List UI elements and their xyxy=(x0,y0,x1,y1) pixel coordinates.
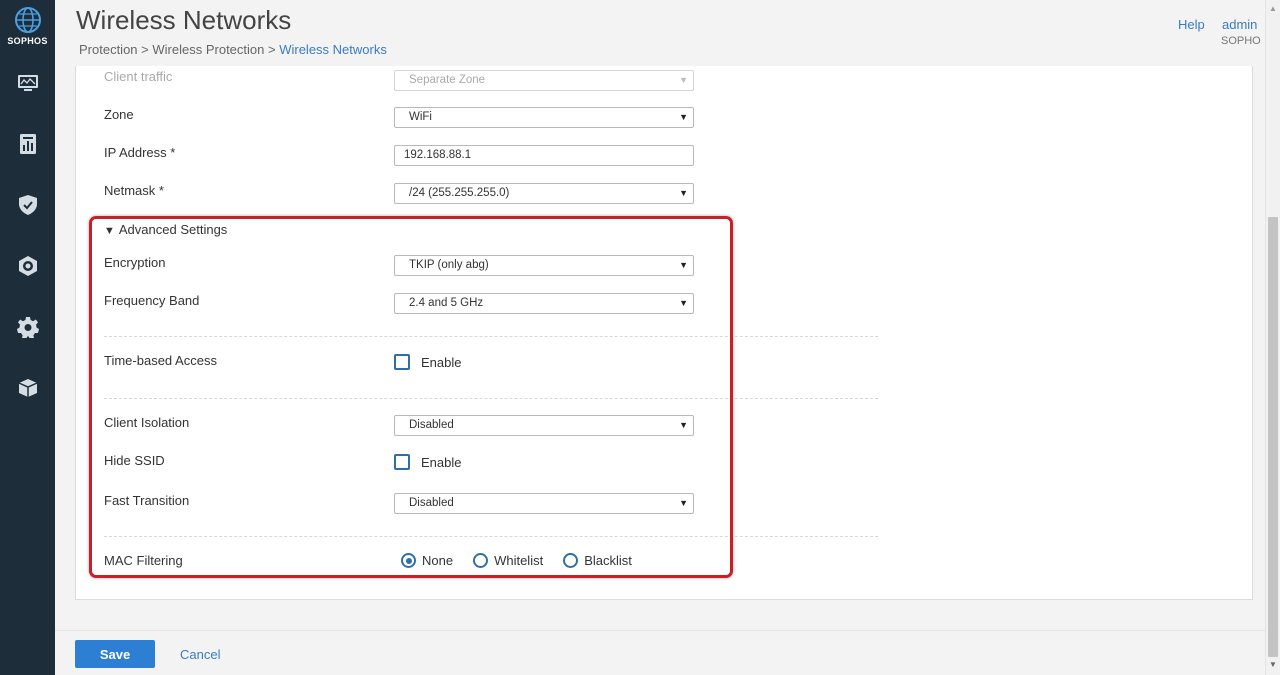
admin-user-link[interactable]: admin xyxy=(1222,17,1257,32)
monitor-icon xyxy=(17,75,38,91)
dropdown-arrow-icon: ▼ xyxy=(679,420,688,430)
breadcrumb-separator: > xyxy=(268,42,276,57)
zone-label: Zone xyxy=(104,107,134,122)
client-isolation-label: Client Isolation xyxy=(104,415,190,430)
breadcrumb-protection[interactable]: Protection xyxy=(79,42,138,57)
zone-value: WiFi xyxy=(409,111,432,123)
shield-icon xyxy=(18,195,37,215)
time-based-access-toggle[interactable]: Enable xyxy=(394,354,461,370)
help-link[interactable]: Help xyxy=(1178,17,1205,32)
time-based-access-label: Time-based Access xyxy=(104,353,217,368)
ip-address-input[interactable]: 192.168.88.1 xyxy=(394,145,694,166)
org-name: SOPHOS xyxy=(1221,35,1261,47)
protection-icon xyxy=(18,256,37,276)
client-isolation-select[interactable]: Disabled ▼ xyxy=(394,415,694,436)
hide-ssid-checkbox[interactable] xyxy=(394,454,410,470)
sidebar-item-monitor[interactable] xyxy=(0,63,55,103)
save-button[interactable]: Save xyxy=(75,640,155,668)
encryption-value: TKIP (only abg) xyxy=(409,259,489,271)
hide-ssid-toggle[interactable]: Enable xyxy=(394,454,461,470)
client-traffic-label: Client traffic xyxy=(104,69,173,84)
encryption-select[interactable]: TKIP (only abg) ▼ xyxy=(394,255,694,276)
sidebar-item-protect[interactable] xyxy=(0,185,55,225)
page-title: Wireless Networks xyxy=(76,5,292,35)
fast-transition-label: Fast Transition xyxy=(104,493,190,508)
section-divider xyxy=(104,398,878,399)
section-divider xyxy=(104,336,878,337)
client-isolation-value: Disabled xyxy=(409,419,454,431)
collapse-triangle-icon: ▼ xyxy=(104,225,115,237)
mac-filtering-option-whitelist[interactable]: Whitelist xyxy=(473,553,543,568)
breadcrumb-wireless-networks[interactable]: Wireless Networks xyxy=(279,42,387,57)
cancel-link[interactable]: Cancel xyxy=(180,647,220,662)
mac-filtering-option-none[interactable]: None xyxy=(401,553,453,568)
footer-bar: Save Cancel xyxy=(55,630,1265,675)
client-traffic-value: Separate Zone xyxy=(409,74,486,86)
scroll-down-icon[interactable]: ▼ xyxy=(1269,660,1277,669)
brand-name: SOPHOS xyxy=(7,36,48,46)
page-scrollbar[interactable]: ▲ ▼ xyxy=(1265,0,1280,675)
netmask-label: Netmask * xyxy=(104,183,164,198)
sidebar-item-reports[interactable] xyxy=(0,124,55,164)
dropdown-arrow-icon: ▼ xyxy=(679,188,688,198)
breadcrumb-separator: > xyxy=(141,42,149,57)
frequency-band-value: 2.4 and 5 GHz xyxy=(409,297,484,309)
radio-none-label: None xyxy=(422,553,454,568)
dropdown-arrow-icon: ▼ xyxy=(679,498,688,508)
section-divider xyxy=(104,536,878,537)
frequency-band-select[interactable]: 2.4 and 5 GHz ▼ xyxy=(394,293,694,314)
sidebar-item-protection[interactable] xyxy=(0,246,55,286)
ip-address-label: IP Address * xyxy=(104,145,176,160)
sophos-logo[interactable]: SOPHOS xyxy=(0,6,55,46)
sidebar-item-configure[interactable] xyxy=(0,307,55,347)
scroll-up-icon[interactable]: ▲ xyxy=(1269,4,1277,13)
sidebar-item-system[interactable] xyxy=(0,368,55,408)
dropdown-arrow-icon: ▼ xyxy=(679,260,688,270)
radio-none[interactable] xyxy=(401,553,416,568)
scrollbar-thumb[interactable] xyxy=(1268,217,1278,657)
frequency-band-label: Frequency Band xyxy=(104,293,200,308)
dropdown-arrow-icon: ▼ xyxy=(679,75,688,85)
hide-ssid-label: Hide SSID xyxy=(104,453,165,468)
client-traffic-select[interactable]: Separate Zone ▼ xyxy=(394,70,694,91)
mac-filtering-label: MAC Filtering xyxy=(104,553,183,568)
encryption-label: Encryption xyxy=(104,255,166,270)
mac-filtering-option-blacklist[interactable]: Blacklist xyxy=(563,553,632,568)
netmask-select[interactable]: /24 (255.255.255.0) ▼ xyxy=(394,183,694,204)
dropdown-arrow-icon: ▼ xyxy=(679,298,688,308)
breadcrumb: Protection > Wireless Protection > Wirel… xyxy=(79,42,387,57)
fast-transition-select[interactable]: Disabled ▼ xyxy=(394,493,694,514)
advanced-settings-toggle[interactable]: ▼ Advanced Settings xyxy=(104,222,227,237)
form-panel: Client traffic Separate Zone ▼ Zone WiFi… xyxy=(75,66,1253,600)
sidebar: SOPHOS xyxy=(0,0,55,675)
radio-blacklist[interactable] xyxy=(563,553,579,568)
globe-icon xyxy=(14,7,41,33)
zone-select[interactable]: WiFi ▼ xyxy=(394,107,694,128)
time-based-access-checkbox[interactable] xyxy=(394,354,410,370)
radio-whitelist[interactable] xyxy=(473,553,489,568)
mac-filtering-radio-group: None Whitelist Blacklist xyxy=(401,553,652,568)
radio-whitelist-label: Whitelist xyxy=(494,553,544,568)
reports-icon xyxy=(19,134,36,154)
hide-ssid-enable-label: Enable xyxy=(421,454,462,470)
advanced-settings-label: Advanced Settings xyxy=(118,222,228,237)
dropdown-arrow-icon: ▼ xyxy=(679,112,688,122)
breadcrumb-wireless-protection[interactable]: Wireless Protection xyxy=(152,42,264,57)
gear-icon xyxy=(16,317,39,338)
netmask-value: /24 (255.255.255.0) xyxy=(409,187,510,199)
box-icon xyxy=(18,379,37,397)
radio-blacklist-label: Blacklist xyxy=(584,553,632,568)
fast-transition-value: Disabled xyxy=(409,497,454,509)
time-based-access-enable-label: Enable xyxy=(421,354,462,370)
